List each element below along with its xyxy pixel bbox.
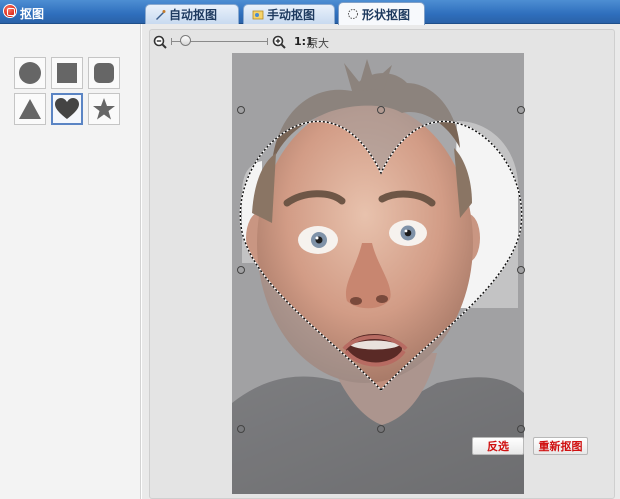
square-icon (57, 63, 77, 83)
resize-handle-right[interactable] (517, 266, 525, 274)
shape-circle-button[interactable] (14, 57, 46, 89)
resize-handle-left[interactable] (237, 266, 245, 274)
tab-manual-cutout-label: 手动抠图 (267, 8, 316, 22)
redo-cutout-button[interactable]: 重新抠图 (533, 437, 588, 455)
tab-auto-cutout-label: 自动抠图 (169, 8, 218, 22)
tab-shape-cutout-label: 形状抠图 (362, 7, 411, 22)
resize-handle-top-left[interactable] (237, 106, 245, 114)
shape-square-button[interactable] (51, 57, 83, 89)
resize-handle-top[interactable] (377, 106, 385, 114)
app-logo-icon (3, 4, 17, 18)
shape-triangle-button[interactable] (14, 93, 46, 125)
window-title: 抠图 (20, 7, 45, 21)
resize-handle-bottom[interactable] (377, 425, 385, 433)
invert-selection-button[interactable]: 反选 (472, 437, 524, 455)
star-icon (93, 98, 115, 120)
zoom-ratio-label: 原大 (307, 37, 329, 50)
shape-heart-button[interactable] (51, 93, 83, 125)
rounded-square-icon (94, 63, 114, 83)
zoom-out-icon[interactable] (153, 35, 167, 49)
tab-auto-cutout[interactable]: 自动抠图 (145, 4, 239, 24)
heart-icon (55, 98, 79, 119)
tab-shape-cutout[interactable]: 形状抠图 (338, 2, 425, 25)
zoom-slider-tick (171, 38, 172, 45)
shape-star-button[interactable] (88, 93, 120, 125)
resize-handle-bottom-left[interactable] (237, 425, 245, 433)
zoom-in-icon[interactable] (272, 35, 286, 49)
zoom-slider-tick (267, 38, 268, 45)
manual-cutout-icon (252, 10, 264, 19)
triangle-icon (19, 99, 41, 119)
resize-handle-top-right[interactable] (517, 106, 525, 114)
shape-rounded-square-button[interactable] (88, 57, 120, 89)
circle-icon (19, 62, 41, 84)
resize-handle-bottom-right[interactable] (517, 425, 525, 433)
tab-manual-cutout[interactable]: 手动抠图 (243, 4, 335, 24)
brush-icon (156, 9, 166, 20)
shape-cutout-icon (348, 9, 358, 19)
zoom-slider-thumb[interactable] (180, 35, 191, 46)
